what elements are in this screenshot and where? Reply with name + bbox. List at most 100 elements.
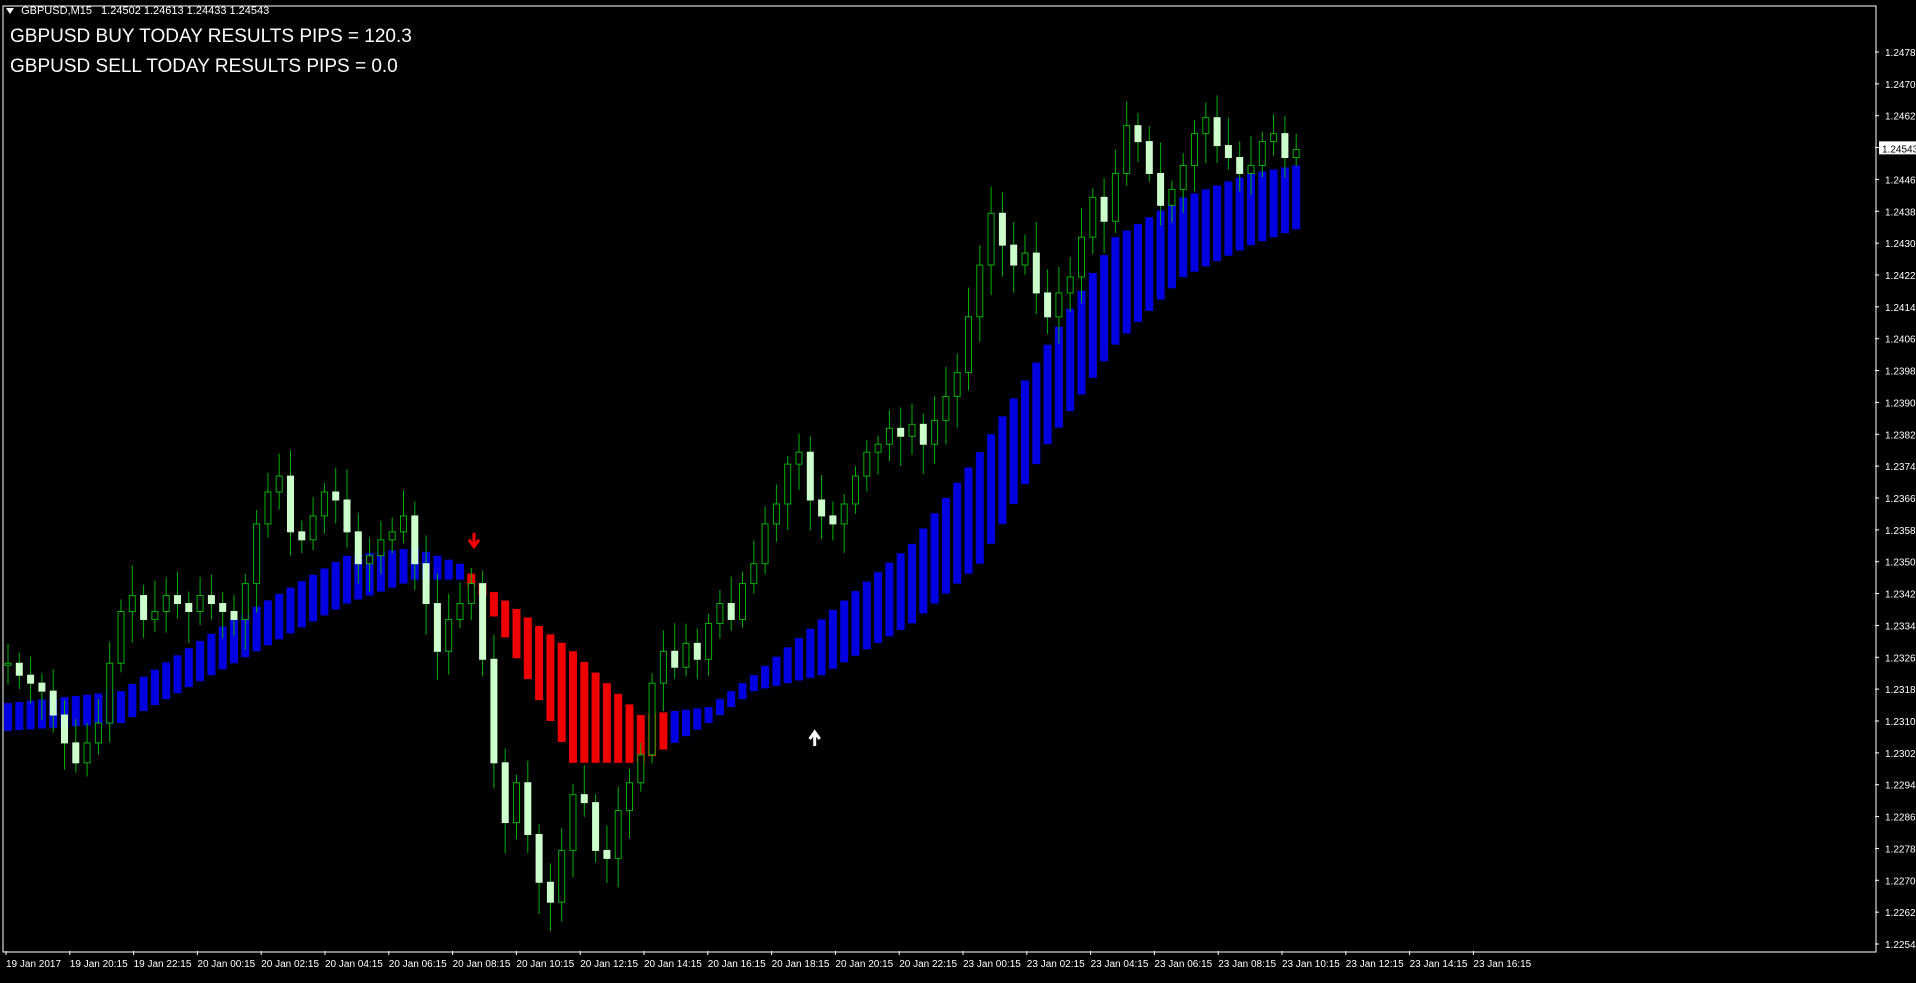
candle-body bbox=[1247, 164, 1255, 174]
band-bar bbox=[139, 676, 148, 712]
band-bar bbox=[275, 593, 284, 640]
candle-body bbox=[275, 475, 283, 493]
x-tick-label: 20 Jan 00:15 bbox=[197, 959, 255, 970]
candle-body bbox=[1270, 133, 1278, 143]
candle-body bbox=[1089, 196, 1097, 238]
candle-body bbox=[795, 451, 803, 465]
symbol-header[interactable]: GBPUSD,M15 1.24502 1.24613 1.24433 1.245… bbox=[6, 5, 269, 17]
candle-body bbox=[253, 523, 261, 585]
band-bar bbox=[1213, 185, 1222, 262]
chevron-down-icon[interactable] bbox=[6, 8, 14, 15]
candle-body bbox=[580, 794, 588, 804]
band-bar bbox=[184, 648, 193, 688]
candle-body bbox=[942, 395, 950, 421]
candle-body bbox=[377, 539, 385, 557]
candle-body bbox=[309, 515, 317, 541]
y-tick-label: 1.22865 bbox=[1885, 813, 1916, 824]
band-bar bbox=[320, 568, 329, 616]
band-bar bbox=[783, 647, 792, 684]
band-bar bbox=[343, 555, 351, 604]
candle-body bbox=[4, 662, 12, 666]
x-tick-label: 19 Jan 22:15 bbox=[134, 959, 192, 970]
band-bar bbox=[896, 553, 905, 630]
candle-body bbox=[1078, 236, 1085, 278]
band-bar bbox=[1043, 344, 1052, 445]
band-bar bbox=[286, 587, 295, 634]
candle-body bbox=[626, 782, 633, 812]
candle-body bbox=[388, 531, 396, 541]
candle-body bbox=[106, 662, 114, 724]
candle-body bbox=[1100, 196, 1108, 222]
candle-body bbox=[343, 499, 351, 533]
candle-body bbox=[445, 618, 453, 652]
band-bar bbox=[591, 672, 600, 763]
candle-body bbox=[230, 610, 238, 620]
candle-body bbox=[117, 610, 125, 664]
chart-frame: 1.247851.247051.246251.245451.244651.243… bbox=[0, 0, 1916, 978]
candle-body bbox=[61, 714, 68, 744]
candle-body bbox=[151, 610, 159, 620]
candle-body bbox=[829, 515, 837, 525]
band-bar bbox=[444, 559, 453, 580]
y-tick-label: 1.23105 bbox=[1885, 717, 1916, 728]
x-tick-label: 20 Jan 08:15 bbox=[453, 959, 511, 970]
band-bar bbox=[614, 693, 623, 763]
candle-body bbox=[1213, 117, 1221, 147]
candle-body bbox=[1179, 164, 1187, 190]
x-tick-label: 20 Jan 06:15 bbox=[389, 959, 447, 970]
x-tick-label: 23 Jan 14:15 bbox=[1410, 959, 1468, 970]
band-bar bbox=[535, 625, 544, 701]
y-tick-label: 1.23745 bbox=[1885, 462, 1916, 473]
candle-body bbox=[840, 503, 848, 525]
price-chart[interactable]: 1.247851.247051.246251.245451.244651.243… bbox=[0, 0, 1916, 978]
candle-body bbox=[513, 782, 520, 824]
x-tick-label: 23 Jan 02:15 bbox=[1027, 959, 1085, 970]
candle-body bbox=[298, 531, 306, 541]
band-bar bbox=[1077, 290, 1086, 395]
band-bar bbox=[173, 655, 182, 694]
band-bar bbox=[602, 683, 611, 763]
x-tick-label: 23 Jan 16:15 bbox=[1473, 959, 1531, 970]
candle-body bbox=[287, 475, 294, 533]
candle-body bbox=[852, 475, 859, 505]
candle-body bbox=[818, 499, 826, 517]
y-tick-label: 1.24225 bbox=[1885, 271, 1916, 282]
candle-body bbox=[1111, 172, 1119, 222]
band-bar bbox=[196, 640, 205, 682]
x-tick-label: 20 Jan 20:15 bbox=[835, 959, 893, 970]
y-tick-label: 1.24465 bbox=[1885, 175, 1916, 186]
candle-body bbox=[1145, 141, 1153, 174]
band-bar bbox=[1122, 230, 1131, 334]
candle-body bbox=[94, 722, 102, 744]
candle-body bbox=[885, 427, 893, 445]
y-tick-label: 1.23905 bbox=[1885, 398, 1916, 409]
band-bar bbox=[1269, 169, 1278, 238]
band-bar bbox=[207, 633, 216, 676]
candle-body bbox=[1134, 125, 1142, 143]
band-bar bbox=[309, 574, 318, 622]
band-bar bbox=[263, 600, 272, 646]
candle-body bbox=[1191, 133, 1198, 166]
band-bar bbox=[523, 617, 532, 680]
candle-body bbox=[83, 742, 91, 764]
candle-body bbox=[761, 523, 769, 565]
x-tick-label: 23 Jan 08:15 bbox=[1218, 959, 1276, 970]
candle-body bbox=[739, 583, 746, 620]
y-tick-label: 1.24625 bbox=[1885, 112, 1916, 123]
band-bar bbox=[546, 634, 555, 721]
band-bar bbox=[15, 701, 24, 731]
band-bar bbox=[727, 691, 736, 708]
candle-body bbox=[998, 212, 1006, 246]
candle-body bbox=[433, 603, 441, 652]
band-bar bbox=[908, 543, 916, 624]
band-bar bbox=[659, 712, 668, 750]
candle-body bbox=[1032, 252, 1040, 294]
x-tick-label: 20 Jan 12:15 bbox=[580, 959, 638, 970]
y-tick-label: 1.23345 bbox=[1885, 621, 1916, 632]
y-tick-label: 1.23425 bbox=[1885, 590, 1916, 601]
band-bar bbox=[1009, 398, 1018, 504]
candle-body bbox=[716, 603, 724, 624]
candle-body bbox=[1055, 292, 1063, 318]
y-tick-label: 1.23825 bbox=[1885, 430, 1916, 441]
candle-body bbox=[15, 662, 23, 676]
